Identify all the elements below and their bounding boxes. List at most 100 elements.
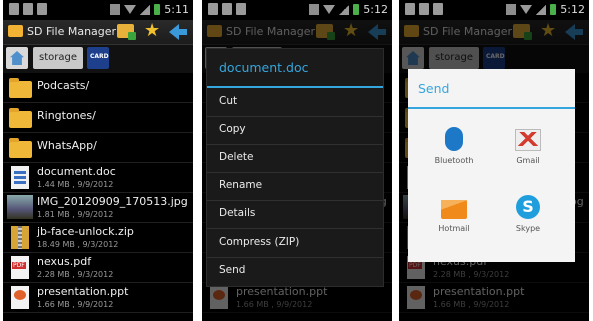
file-meta: 1.66 MB , 9/9/2012	[37, 300, 114, 309]
android-icon	[37, 3, 47, 15]
battery-icon	[550, 4, 557, 15]
file-name: presentation.ppt	[37, 285, 129, 298]
clock: 5:12	[363, 3, 388, 16]
download-icon	[222, 3, 232, 15]
share-option-gmail[interactable]: Gmail	[492, 129, 564, 165]
list-item[interactable]: presentation.ppt 1.66 MB , 9/9/2012	[3, 283, 193, 313]
context-menu-title: document.doc	[219, 60, 309, 75]
notification-icons	[9, 3, 47, 15]
menu-item-delete[interactable]: Delete	[219, 151, 254, 163]
share-option-bluetooth[interactable]: Bluetooth	[418, 127, 490, 165]
list-item[interactable]: WhatsApp/	[3, 133, 193, 163]
list-item[interactable]: Podcasts/	[3, 73, 193, 103]
action-bar: SD File Manager ★	[3, 20, 193, 45]
file-name: WhatsApp/	[37, 139, 97, 152]
download-icon	[23, 3, 33, 15]
usb-icon	[9, 3, 19, 15]
menu-item-copy[interactable]: Copy	[219, 123, 246, 135]
folder-icon	[9, 138, 32, 158]
usb-icon	[405, 3, 415, 15]
word-document-icon	[11, 166, 29, 189]
share-option-label: Hotmail	[438, 224, 470, 233]
sd-card-icon: CARD	[90, 53, 109, 60]
app-title: SD File Manager	[27, 25, 117, 38]
file-name: nexus.pdf	[37, 255, 92, 268]
list-item[interactable]: jb-face-unlock.zip 18.49 MB , 9/3/2012	[3, 223, 193, 253]
hotmail-icon	[441, 200, 467, 219]
menu-divider	[207, 228, 383, 229]
notification-icons	[208, 3, 246, 15]
wifi-icon	[124, 4, 137, 15]
file-list: Podcasts/ Ringtones/ WhatsApp/ document.…	[3, 73, 193, 313]
download-icon	[419, 3, 429, 15]
share-option-skype[interactable]: S Skype	[492, 195, 564, 233]
folder-icon	[9, 78, 32, 98]
context-menu: document.doc Cut Copy Delete Rename Deta…	[206, 48, 384, 287]
android-icon	[433, 3, 443, 15]
menu-item-details[interactable]: Details	[219, 207, 255, 219]
share-option-label: Skype	[515, 224, 541, 233]
wifi-icon	[520, 4, 533, 15]
phone-screen-send-dialog: 5:12 SD File Manager ★ storage CARD Podc…	[399, 0, 589, 321]
phone-screen-file-list: 5:11 SD File Manager ★ storage CARD Podc…	[3, 0, 193, 321]
sd-card-button[interactable]: CARD	[87, 47, 109, 69]
bluetooth-status-icon	[506, 4, 517, 15]
file-meta: 18.49 MB , 9/3/2012	[37, 240, 119, 249]
signal-icon	[140, 4, 151, 15]
status-bar: 5:11	[3, 0, 193, 20]
menu-divider	[207, 172, 383, 173]
bluetooth-icon	[445, 127, 463, 151]
share-option-hotmail[interactable]: Hotmail	[418, 200, 490, 233]
title-divider	[207, 86, 383, 88]
menu-item-rename[interactable]: Rename	[219, 179, 262, 191]
menu-divider	[207, 200, 383, 201]
file-name: Ringtones/	[37, 109, 96, 122]
menu-divider	[207, 144, 383, 145]
share-option-label: Bluetooth	[434, 156, 474, 165]
battery-icon	[353, 4, 360, 15]
signal-icon	[536, 4, 547, 15]
send-dialog: Send Bluetooth Gmail Hotmail S Skype	[408, 69, 575, 262]
usb-icon	[208, 3, 218, 15]
zip-archive-icon	[11, 226, 29, 249]
presentation-icon	[11, 286, 29, 309]
file-meta: 1.44 MB , 9/9/2012	[37, 180, 114, 189]
pdf-icon	[11, 256, 29, 279]
list-item[interactable]: Ringtones/	[3, 103, 193, 133]
menu-divider	[207, 257, 383, 258]
signal-icon	[339, 4, 350, 15]
android-icon	[236, 3, 246, 15]
phone-screen-context-menu: 5:12 SD File Manager ★ storage Podcasts/…	[202, 0, 392, 321]
bluetooth-status-icon	[110, 4, 121, 15]
path-bar: storage CARD	[3, 45, 193, 73]
file-name: IMG_20120909_170513.jpg	[37, 195, 188, 208]
menu-item-cut[interactable]: Cut	[219, 95, 237, 107]
list-item[interactable]: document.doc 1.44 MB , 9/9/2012	[3, 163, 193, 193]
folder-icon	[9, 108, 32, 128]
file-meta: 2.28 MB , 9/3/2012	[37, 270, 114, 279]
list-item[interactable]: IMG_20120909_170513.jpg 1.81 MB , 9/9/201…	[3, 193, 193, 223]
menu-item-compress[interactable]: Compress (ZIP)	[219, 236, 299, 248]
menu-divider	[207, 116, 383, 117]
gmail-icon	[515, 129, 541, 151]
file-name: jb-face-unlock.zip	[37, 225, 134, 238]
list-item[interactable]: nexus.pdf 2.28 MB , 9/3/2012	[3, 253, 193, 283]
file-name: Podcasts/	[37, 79, 90, 92]
home-icon	[10, 51, 24, 65]
title-divider	[408, 107, 575, 109]
notification-icons	[405, 3, 443, 15]
storage-button[interactable]: storage	[33, 47, 83, 69]
home-button[interactable]	[6, 47, 28, 69]
battery-icon	[154, 4, 161, 15]
menu-item-send[interactable]: Send	[219, 264, 245, 276]
send-dialog-title: Send	[418, 81, 450, 96]
new-folder-icon[interactable]	[117, 24, 136, 40]
star-icon[interactable]: ★	[144, 20, 160, 42]
bluetooth-status-icon	[309, 4, 320, 15]
back-arrow-icon[interactable]	[169, 24, 187, 40]
clock: 5:12	[560, 3, 585, 16]
app-folder-icon	[8, 25, 23, 37]
clock: 5:11	[164, 3, 189, 16]
share-option-label: Gmail	[516, 156, 540, 165]
wifi-icon	[323, 4, 336, 15]
